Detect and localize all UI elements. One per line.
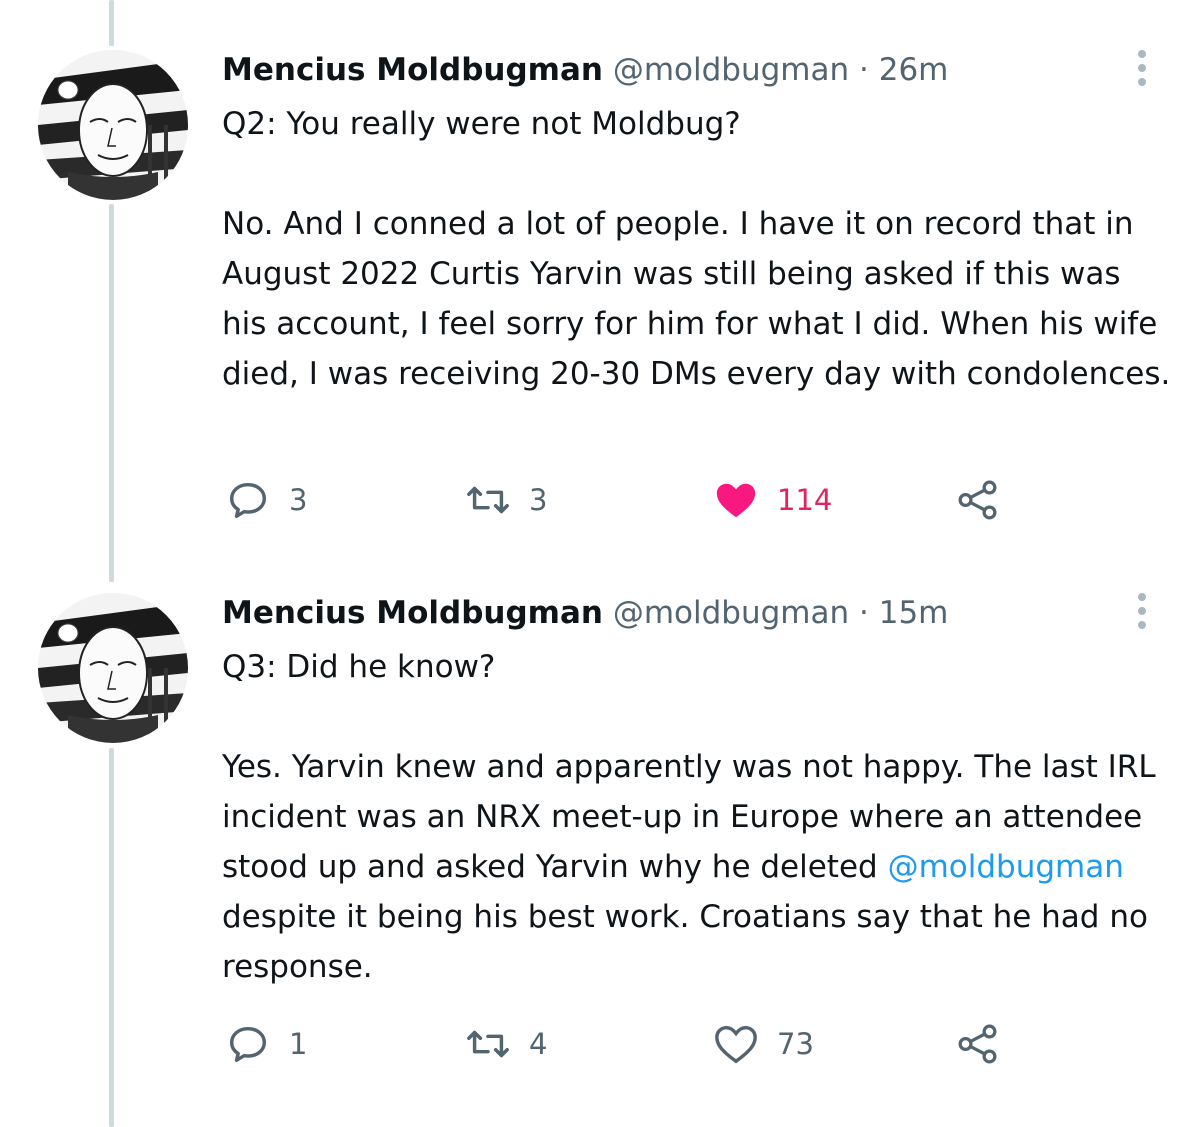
share-icon [958,1024,997,1064]
tweet-text: Q2: You really were not Moldbug? No. And… [222,99,1172,399]
like-count: 114 [777,483,833,517]
share-icon [958,480,997,520]
reply-icon [229,1026,267,1063]
heart-icon [715,1025,757,1064]
separator-dot: · [859,52,869,88]
author-name[interactable]: Mencius Moldbugman [222,595,603,631]
author-name[interactable]: Mencius Moldbugman [222,52,603,88]
retweet-icon [467,1030,509,1058]
heart-icon [716,483,756,518]
share-button[interactable] [955,1019,1001,1069]
author-handle[interactable]: @moldbugman [613,595,849,631]
reply-count: 3 [289,483,308,517]
retweet-count: 4 [529,1027,548,1061]
like-button[interactable]: 73 [713,1019,814,1069]
thread-line [109,0,114,46]
answer-text: No. And I conned a lot of people. I have… [222,206,1171,392]
reply-count: 1 [289,1027,308,1061]
separator-dot: · [859,595,869,631]
avatar-portrait [38,50,188,200]
share-button[interactable] [955,475,1001,525]
retweet-button[interactable]: 3 [465,475,547,525]
retweet-count: 3 [529,483,548,517]
tweet-header: Mencius Moldbugman @moldbugman · 26m [222,50,948,90]
answer-text-part: despite it being his best work. Croatian… [222,899,1148,985]
avatar-portrait [38,593,188,743]
retweet-button[interactable]: 4 [465,1019,547,1069]
more-icon[interactable] [1128,46,1156,86]
timestamp[interactable]: 26m [879,52,949,88]
avatar[interactable] [38,593,188,743]
more-icon[interactable] [1128,589,1156,629]
avatar[interactable] [38,50,188,200]
answer-text: Yes. Yarvin knew and apparently was not … [222,742,1172,992]
thread-line [109,748,114,1127]
like-count: 73 [777,1027,814,1061]
mention-link[interactable]: @moldbugman [888,849,1124,885]
author-handle[interactable]: @moldbugman [613,52,849,88]
tweet-header: Mencius Moldbugman @moldbugman · 15m [222,593,948,633]
question-text: Q3: Did he know? [222,649,496,685]
reply-button[interactable]: 1 [225,1019,307,1069]
retweet-icon [467,486,509,514]
timestamp[interactable]: 15m [879,595,949,631]
tweet-text: Q3: Did he know? Yes. Yarvin knew and ap… [222,642,1172,992]
question-text: Q2: You really were not Moldbug? [222,106,741,142]
like-button[interactable]: 114 [713,475,832,525]
reply-button[interactable]: 3 [225,475,307,525]
reply-icon [229,482,267,519]
thread-line [109,204,114,582]
